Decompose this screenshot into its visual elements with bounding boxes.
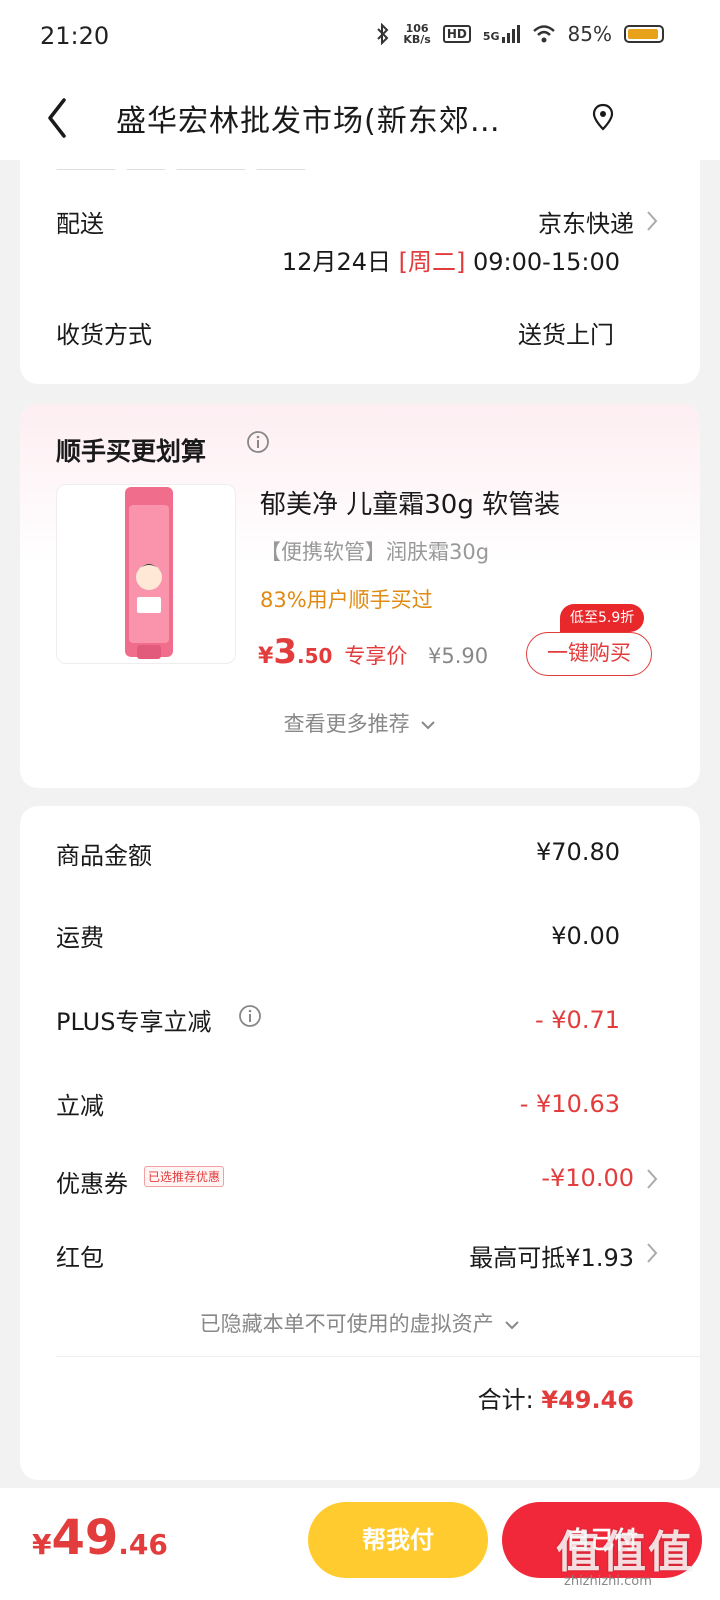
product-subtitle: 【便携软管】润肤霜30g	[260, 540, 490, 564]
product-price: ¥3.50 专享价	[258, 632, 408, 672]
plus-discount-value: - ¥0.71	[535, 1006, 620, 1034]
goods-amount-value: ¥70.80	[536, 838, 620, 866]
hd-icon: HD	[442, 25, 471, 43]
red-packet-label[interactable]: 红包	[56, 1238, 104, 1273]
recommend-title: 顺手买更划算	[56, 437, 207, 466]
product-image[interactable]	[56, 484, 236, 664]
order-total: 合计: ¥49.46	[478, 1380, 634, 1415]
delivery-time: 12月24日 [周二] 09:00-15:00	[282, 242, 620, 277]
battery-percent: 85%	[567, 22, 612, 46]
discount-badge: 低至5.9折	[560, 604, 645, 632]
price-tag: 专享价	[344, 644, 408, 668]
instant-discount-value: - ¥10.63	[519, 1090, 620, 1118]
pay-myself-button[interactable]: 自己付	[502, 1502, 702, 1578]
red-packet-value[interactable]: 最高可抵¥1.93	[469, 1238, 634, 1273]
chevron-right-icon[interactable]	[646, 1242, 658, 1264]
chevron-right-icon[interactable]	[646, 210, 658, 232]
receive-value: 送货上门	[518, 321, 614, 349]
scrolled-text-edge	[56, 160, 356, 170]
wifi-icon	[532, 25, 555, 43]
coupon-value[interactable]: -¥10.00	[541, 1164, 634, 1192]
plus-discount-label: PLUS专享立减	[56, 1008, 212, 1036]
total-value: ¥49.46	[541, 1386, 634, 1414]
product-name[interactable]: 郁美净 儿童霜30g 软管装	[260, 484, 560, 521]
more-recommendations-link[interactable]: 查看更多推荐	[20, 708, 700, 738]
shipping-value: ¥0.00	[551, 922, 620, 950]
receive-label: 收货方式	[56, 321, 152, 349]
delivery-carrier[interactable]: 京东快递	[538, 204, 634, 239]
delivery-weekday: [周二]	[398, 248, 466, 276]
info-icon[interactable]	[246, 430, 270, 454]
delivery-date: 12月24日	[281, 248, 391, 276]
summary-card: 商品金额 ¥70.80 运费 ¥0.00 PLUS专享立减 - ¥0.71 立减…	[20, 806, 700, 1480]
cream-tube-image	[125, 487, 173, 659]
back-arrow-icon[interactable]	[38, 90, 78, 146]
info-icon[interactable]	[238, 1004, 262, 1028]
delivery-label: 配送	[56, 210, 104, 238]
help-me-pay-button[interactable]: 帮我付	[308, 1502, 488, 1578]
hidden-assets-link[interactable]: 已隐藏本单不可使用的虚拟资产	[20, 1308, 700, 1338]
instant-discount-label: 立减	[56, 1092, 104, 1120]
coupon-badge: 已选推荐优惠	[144, 1166, 225, 1187]
network-speed: 106 KB/s	[403, 22, 431, 46]
status-icons: 106 KB/s HD 5G 85%	[375, 22, 664, 46]
chevron-down-icon	[421, 721, 436, 730]
chevron-right-icon[interactable]	[646, 1168, 658, 1190]
nav-bar: 盛华宏林批发市场(新东郊…	[0, 76, 720, 160]
product-buy-rate: 83%用户顺手买过	[260, 588, 433, 612]
battery-icon	[624, 25, 664, 43]
recommend-card: 顺手买更划算 郁美净 儿童霜30g 软管装 【便携软管】润肤霜30g 83%用户…	[20, 404, 700, 788]
delivery-card: 配送 京东快递 12月24日 [周二] 09:00-15:00 收货方式 送货上…	[20, 160, 700, 384]
status-bar: 21:20 106 KB/s HD 5G 85%	[0, 0, 720, 76]
pay-amount: ¥49.46	[32, 1510, 168, 1566]
delivery-window: 09:00-15:00	[473, 248, 620, 276]
original-price: ¥5.90	[428, 644, 489, 668]
bluetooth-icon	[377, 23, 389, 45]
coupon-label[interactable]: 优惠券	[56, 1164, 128, 1199]
chevron-down-icon	[505, 1321, 520, 1330]
shipping-label: 运费	[56, 924, 104, 952]
goods-amount-label: 商品金额	[56, 842, 152, 870]
bottom-bar: ¥49.46 帮我付 自己付	[0, 1488, 720, 1600]
page-title: 盛华宏林批发市场(新东郊…	[116, 104, 501, 139]
signal-icon: 5G	[483, 25, 520, 43]
one-click-buy-button[interactable]: 一键购买	[526, 632, 652, 676]
location-pin-icon[interactable]	[590, 102, 616, 132]
divider	[56, 1356, 700, 1357]
total-label: 合计:	[477, 1386, 534, 1414]
status-time: 21:20	[40, 22, 110, 50]
